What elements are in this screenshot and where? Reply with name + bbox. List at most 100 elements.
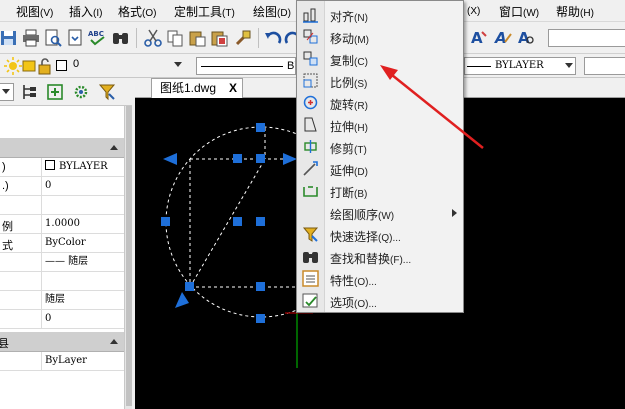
menu-item-properties[interactable]: 特性(O)... (297, 268, 463, 290)
menu-view-label: 视图 (16, 5, 41, 19)
prop-row[interactable]: 随层 (0, 291, 124, 310)
cut-icon[interactable] (144, 29, 162, 47)
menu-help[interactable]: 帮助(H) (556, 3, 594, 20)
grip[interactable] (161, 217, 170, 226)
grip[interactable] (256, 154, 265, 163)
prop-value[interactable]: 随层 (41, 291, 124, 309)
prop-value[interactable]: 0 (41, 310, 124, 328)
scrollbar-thumb[interactable] (126, 106, 132, 406)
text-style-icon[interactable]: A (470, 28, 488, 46)
menu-format[interactable]: 格式(O) (118, 3, 156, 20)
publish-icon[interactable] (66, 29, 84, 47)
text-edit-icon[interactable]: A (494, 28, 512, 46)
grip[interactable] (256, 123, 265, 132)
menu-item-break[interactable]: 打断(B) (297, 180, 463, 202)
grip[interactable] (256, 314, 265, 323)
menu-draw-key: (D) (277, 8, 291, 19)
gear-icon[interactable] (72, 83, 90, 101)
paste-icon[interactable] (188, 29, 206, 47)
undo-icon[interactable] (264, 29, 282, 47)
menu-item-extend[interactable]: 延伸(D) (297, 158, 463, 180)
prop-row[interactable] (0, 272, 124, 291)
prop-row[interactable]: —— 随层 (0, 253, 124, 272)
menu-item-quick-select[interactable]: 快速选择(Q)... (297, 224, 463, 246)
properties-section-general[interactable] (0, 138, 124, 158)
scale-icon (303, 73, 318, 88)
menu-modify-partial[interactable]: (X) (467, 3, 480, 17)
print-preview-icon[interactable] (44, 29, 62, 47)
grip[interactable] (233, 217, 242, 226)
lineweight-combo[interactable] (584, 57, 625, 75)
selection-dropdown[interactable] (0, 83, 14, 101)
grip-arrow[interactable] (175, 292, 189, 308)
prop-value[interactable] (41, 272, 124, 290)
prop-value[interactable]: ByColor (41, 234, 124, 252)
prop-row[interactable]: ) BYLAYER (0, 158, 124, 177)
selected-line[interactable] (189, 158, 266, 288)
document-tab[interactable]: 图纸1.dwg X (151, 78, 243, 98)
save-icon[interactable] (0, 29, 18, 47)
menu-item-options[interactable]: 选项(O)... (297, 290, 463, 312)
prop-row[interactable]: ByLayer (0, 352, 124, 371)
toggle-pickadd-icon[interactable] (20, 83, 38, 101)
prop-value[interactable]: 1.0000 (41, 215, 124, 233)
match-properties-icon[interactable] (234, 29, 252, 47)
grip-arrow[interactable] (283, 153, 297, 165)
menu-custom-tools[interactable]: 定制工具(T) (174, 3, 235, 20)
menu-insert[interactable]: 插入(I) (69, 3, 102, 20)
grip[interactable] (233, 154, 242, 163)
prop-row[interactable]: 例 1.0000 (0, 215, 124, 234)
color-combo[interactable]: BY (196, 57, 296, 75)
layer-color-swatch[interactable] (56, 60, 67, 71)
grip[interactable] (256, 217, 265, 226)
color-combo-value: BY (287, 60, 295, 72)
prop-row[interactable] (0, 196, 124, 215)
menu-format-key: (O) (142, 8, 157, 19)
spell-check-icon[interactable]: ABC (88, 28, 106, 46)
prop-value[interactable]: ByLayer (41, 352, 124, 370)
menu-item-stretch[interactable]: 拉伸(H) (297, 114, 463, 136)
menu-item-label: 修剪(T) (330, 140, 367, 157)
menu-item-rotate[interactable]: 旋转(R) (297, 92, 463, 114)
grip[interactable] (256, 282, 265, 291)
menu-item-draw-order[interactable]: 绘图顺序(W) (297, 202, 463, 224)
label-text: 快速选择 (330, 230, 379, 244)
menu-item-find-replace[interactable]: 查找和替换(F)... (297, 246, 463, 268)
properties-section-3d[interactable]: 县 (0, 332, 124, 352)
prop-value[interactable]: —— 随层 (41, 253, 124, 271)
menu-item-label: 比例(S) (330, 74, 367, 91)
properties-scrollbar[interactable] (124, 106, 132, 409)
find-icon[interactable] (112, 29, 130, 47)
menu-window[interactable]: 窗口(W) (499, 3, 539, 20)
grip[interactable] (185, 282, 194, 291)
properties-toolbar (0, 78, 132, 106)
menu-item-label: 对齐(N) (330, 8, 368, 25)
lock-icon[interactable] (36, 57, 54, 75)
linetype-combo[interactable]: BYLAYER (464, 57, 576, 75)
toolbar-combo-partial[interactable] (548, 29, 625, 47)
menu-draw[interactable]: 绘图(D) (253, 3, 291, 20)
paste-special-icon[interactable] (210, 29, 228, 47)
menu-view[interactable]: 视图(V) (16, 3, 53, 20)
copy-clipboard-icon[interactable] (166, 29, 184, 47)
grip-arrow[interactable] (163, 153, 177, 165)
menu-item-align[interactable]: 对齐(N) (297, 4, 463, 26)
label-key: (W) (378, 211, 395, 222)
menu-item-move[interactable]: 移动(M) (297, 26, 463, 48)
select-objects-icon[interactable] (46, 83, 64, 101)
menu-item-trim[interactable]: 修剪(T) (297, 136, 463, 158)
prop-row[interactable]: 式 ByColor (0, 234, 124, 253)
quick-select-icon[interactable] (98, 83, 116, 101)
prop-row[interactable]: .) 0 (0, 177, 124, 196)
menu-item-copy[interactable]: 复制(C) (297, 48, 463, 70)
close-icon[interactable]: X (229, 79, 237, 97)
print-icon[interactable] (22, 29, 40, 47)
prop-row[interactable]: 0 (0, 310, 124, 329)
prop-value[interactable]: 0 (41, 177, 124, 195)
prop-value[interactable] (41, 196, 124, 214)
prop-value[interactable]: BYLAYER (41, 158, 124, 176)
menu-item-scale[interactable]: 比例(S) (297, 70, 463, 92)
find-text-icon[interactable]: A (517, 28, 535, 46)
layer-dropdown[interactable] (168, 57, 184, 75)
options-icon (302, 293, 318, 308)
